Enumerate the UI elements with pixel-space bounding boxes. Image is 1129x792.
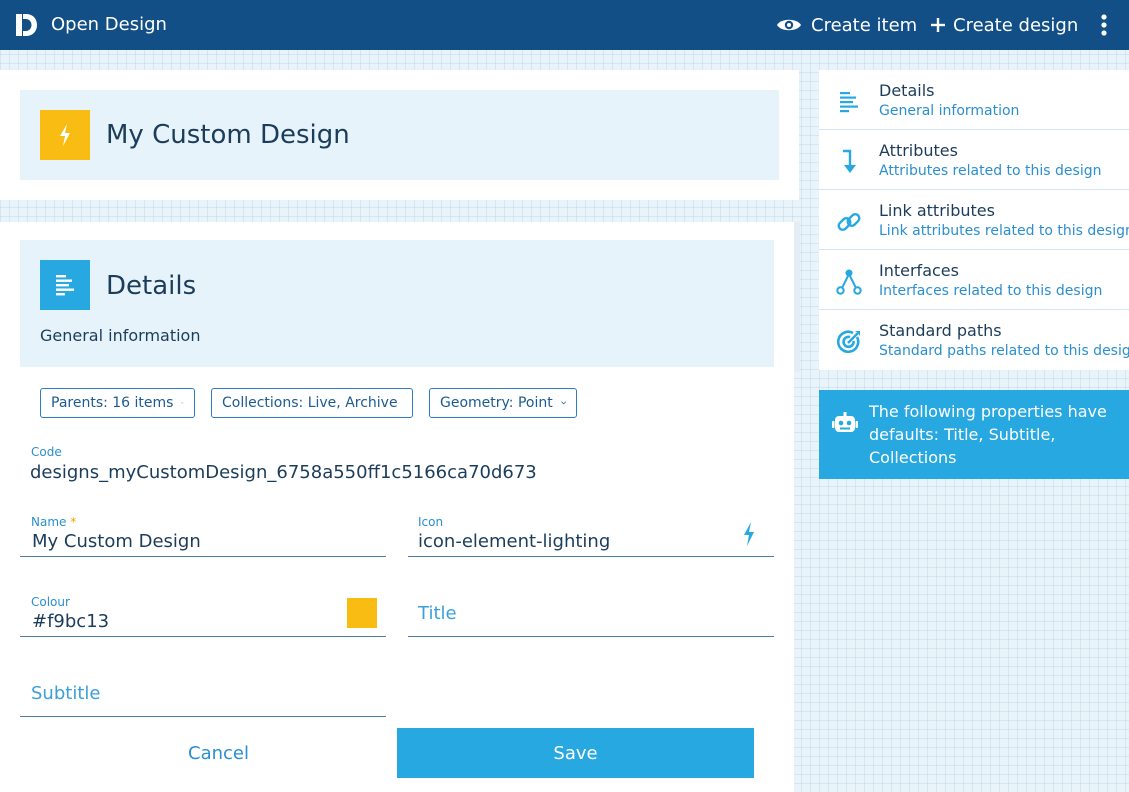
eye-icon — [777, 19, 801, 31]
details-icon-tile — [40, 260, 90, 310]
create-design-label: Create design — [953, 14, 1079, 36]
parents-filter-dropdown[interactable]: Parents: 16 items — [40, 388, 195, 418]
sidebar-item-title: Details — [879, 81, 935, 100]
icon-input[interactable]: icon-element-lighting — [418, 531, 610, 552]
details-subtitle: General information — [40, 326, 201, 345]
robot-icon — [832, 412, 858, 432]
colour-swatch[interactable] — [347, 598, 377, 628]
icon-input-underline — [408, 556, 774, 557]
name-input[interactable]: My Custom Design — [32, 531, 201, 552]
sidebar-item-subtitle: Interfaces related to this design — [879, 283, 1103, 299]
code-label: Code — [31, 445, 62, 459]
plus-icon — [931, 18, 945, 32]
subtitle-input-underline — [20, 716, 386, 717]
collections-filter-dropdown[interactable]: Collections: Live, Archive — [211, 388, 413, 418]
open-design-logo-icon[interactable] — [13, 12, 39, 38]
app-title[interactable]: Open Design — [51, 14, 167, 35]
details-section-card: Details General information — [20, 240, 774, 367]
target-icon — [836, 330, 860, 354]
sidebar-item-title: Attributes — [879, 141, 958, 160]
sidebar-icon-wrap — [834, 87, 864, 117]
sidebar-item-title: Link attributes — [879, 201, 995, 220]
sidebar-item-subtitle: Standard paths related to this design — [879, 343, 1129, 359]
arrow-down-icon — [843, 149, 856, 173]
details-list-icon — [56, 275, 74, 296]
sidebar-item-subtitle: Attributes related to this design — [879, 163, 1102, 179]
more-vertical-icon[interactable] — [1097, 13, 1111, 37]
lightning-icon — [744, 522, 754, 546]
design-header-card: My Custom Design — [20, 90, 779, 180]
sidebar-item-standard-paths[interactable]: Standard paths Standard paths related to… — [819, 310, 1129, 370]
sidebar-item-link-attributes[interactable]: Link attributes Link attributes related … — [819, 190, 1129, 250]
parents-filter-label: Parents: 16 items — [51, 395, 174, 411]
icon-label: Icon — [418, 515, 444, 529]
subtitle-input[interactable]: Subtitle — [31, 683, 100, 704]
collections-filter-label: Collections: Live, Archive — [222, 395, 398, 411]
title-input[interactable]: Title — [418, 603, 457, 624]
form-scrollbar[interactable] — [794, 222, 800, 372]
sidebar-icon-wrap — [834, 267, 864, 297]
chevron-down-icon — [181, 402, 184, 404]
name-input-underline — [20, 556, 386, 557]
colour-input[interactable]: #f9bc13 — [32, 611, 109, 632]
title-input-underline — [408, 636, 774, 637]
sidebar-item-attributes[interactable]: Attributes Attributes related to this de… — [819, 130, 1129, 190]
required-marker: * — [70, 515, 77, 529]
geometry-filter-label: Geometry: Point — [440, 395, 553, 411]
geometry-filter-dropdown[interactable]: Geometry: Point — [429, 388, 577, 418]
top-bar: Open Design Create item Create design — [0, 0, 1129, 50]
sidebar-item-title: Standard paths — [879, 321, 1002, 340]
sidebar-item-details[interactable]: Details General information — [819, 70, 1129, 130]
code-value: designs_myCustomDesign_6758a550ff1c5166c… — [30, 462, 537, 483]
sidebar-icon-wrap — [834, 327, 864, 357]
defaults-notice: The following properties have defaults: … — [819, 390, 1129, 479]
chevron-down-icon — [560, 401, 566, 405]
sidebar-icon-wrap — [834, 147, 864, 177]
design-icon-tile — [40, 110, 90, 160]
create-item-button[interactable]: Create item — [776, 12, 917, 38]
colour-label: Colour — [31, 595, 70, 609]
page-title: My Custom Design — [106, 120, 350, 150]
defaults-notice-text: The following properties have defaults: … — [869, 402, 1107, 467]
interfaces-icon — [836, 269, 862, 295]
sidebar-item-title: Interfaces — [879, 261, 959, 280]
create-design-button[interactable]: Create design — [931, 12, 1078, 38]
sidebar-item-subtitle: General information — [879, 103, 1020, 119]
create-item-label: Create item — [811, 14, 918, 36]
name-label: Name * — [31, 515, 76, 529]
sidebar-item-subtitle: Link attributes related to this design — [879, 223, 1129, 239]
name-label-text: Name — [31, 515, 67, 529]
details-title: Details — [106, 271, 197, 301]
cancel-button[interactable]: Cancel — [40, 728, 397, 778]
details-list-icon — [840, 92, 858, 113]
section-sidebar: Details General information Attributes A… — [819, 70, 1129, 370]
link-icon — [837, 213, 861, 231]
colour-input-underline — [20, 636, 386, 637]
lightning-icon — [60, 124, 70, 146]
sidebar-item-interfaces[interactable]: Interfaces Interfaces related to this de… — [819, 250, 1129, 310]
sidebar-icon-wrap — [834, 207, 864, 237]
save-button[interactable]: Save — [397, 728, 754, 778]
